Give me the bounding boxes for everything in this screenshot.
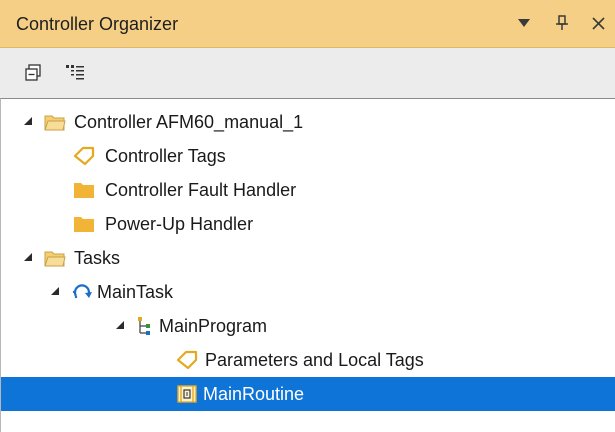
collapse-all-icon[interactable] — [20, 60, 46, 86]
tree-item-main-routine[interactable]: MainRoutine — [1, 377, 615, 411]
pin-icon[interactable] — [550, 10, 574, 36]
tree-item-tasks[interactable]: Tasks — [1, 241, 615, 275]
tree-item-label: MainTask — [97, 282, 174, 302]
open-folder-icon — [44, 112, 66, 132]
tree-item-controller-fault-handler[interactable]: Controller Fault Handler — [1, 173, 615, 207]
folder-icon — [73, 214, 95, 234]
task-cycle-icon — [71, 282, 93, 302]
program-icon — [135, 316, 157, 336]
tree-item-label: MainRoutine — [203, 384, 305, 404]
organizer-tree[interactable]: Controller AFM60_manual_1 Controller Tag… — [0, 98, 615, 432]
tree-item-label: MainProgram — [159, 316, 268, 336]
tree-item-power-up-handler[interactable]: Power-Up Handler — [1, 207, 615, 241]
tag-icon — [176, 350, 198, 370]
tree-item-controller-tags[interactable]: Controller Tags — [1, 139, 615, 173]
title-bar: Controller Organizer — [0, 0, 615, 48]
tree-item-label: Power-Up Handler — [105, 214, 254, 234]
close-icon[interactable] — [586, 10, 610, 36]
tree-item-label: Controller Fault Handler — [105, 180, 297, 200]
tree-item-label: Parameters and Local Tags — [205, 350, 424, 370]
routine-icon — [177, 384, 199, 404]
dropdown-arrow-icon[interactable] — [512, 10, 536, 36]
toolbar — [0, 48, 615, 98]
panel-title: Controller Organizer — [16, 14, 179, 34]
tree-item-label: Tasks — [74, 248, 121, 268]
tree-item-main-program[interactable]: MainProgram — [1, 309, 615, 343]
tag-icon — [73, 146, 95, 166]
open-folder-icon — [44, 248, 66, 268]
folder-icon — [73, 180, 95, 200]
tree-item-controller[interactable]: Controller AFM60_manual_1 — [1, 105, 615, 139]
tree-item-parameters-and-local-tags[interactable]: Parameters and Local Tags — [1, 343, 615, 377]
tree-item-main-task[interactable]: MainTask — [1, 275, 615, 309]
controller-organizer-panel: Controller Organizer Controller AFM60_ma… — [0, 0, 615, 432]
tree-item-label: Controller Tags — [105, 146, 226, 166]
tree-item-label: Controller AFM60_manual_1 — [74, 112, 304, 132]
property-list-icon[interactable] — [62, 60, 88, 86]
